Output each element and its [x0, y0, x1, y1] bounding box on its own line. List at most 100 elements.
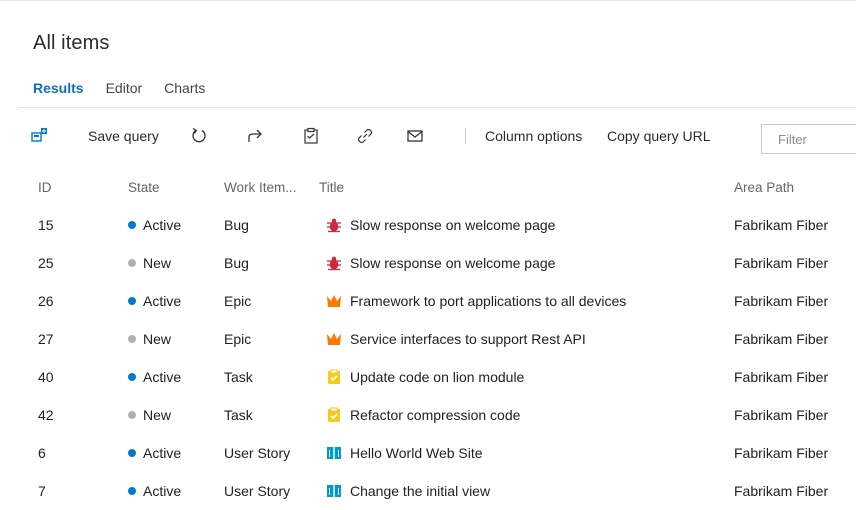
- cell-work-item-type: User Story: [224, 445, 291, 461]
- new-item-button[interactable]: [29, 118, 51, 154]
- state-indicator-dot: [128, 373, 136, 381]
- redo-icon: [244, 125, 266, 147]
- cell-title[interactable]: Slow response on welcome page: [326, 206, 555, 244]
- state-label: New: [143, 407, 172, 423]
- grid-body: 15 Active Bug Slow response on welcome page…: [0, 206, 856, 510]
- state-indicator-dot: [128, 221, 136, 229]
- cell-title[interactable]: Refactor compression code: [326, 396, 520, 434]
- state-label: New: [143, 331, 172, 347]
- state-indicator-dot: [128, 411, 136, 419]
- state-label: Active: [143, 369, 182, 385]
- save-query-button[interactable]: Save query: [88, 118, 159, 154]
- cell-id: 15: [38, 217, 54, 233]
- title-text: Framework to port applications to all de…: [350, 293, 627, 309]
- redo-button[interactable]: [244, 118, 266, 154]
- state-indicator-dot: [128, 487, 136, 495]
- user-story-book-icon: [326, 483, 342, 499]
- table-row[interactable]: 26 Active Epic Framework to port applicatio…: [0, 282, 856, 320]
- cell-area-path: Fabrikam Fiber: [734, 483, 829, 499]
- copy-query-url-button[interactable]: Copy query URL: [607, 118, 711, 154]
- toolbar-separator: [465, 128, 466, 144]
- refresh-button[interactable]: [188, 118, 210, 154]
- state-label: Active: [143, 217, 182, 233]
- column-header-id[interactable]: ID: [38, 168, 52, 206]
- cell-area-path: Fabrikam Fiber: [734, 331, 829, 347]
- link-button[interactable]: [354, 118, 376, 154]
- cell-work-item-type: Bug: [224, 217, 249, 233]
- tab-charts[interactable]: Charts: [164, 80, 205, 96]
- cell-state: Active: [128, 434, 181, 472]
- email-button[interactable]: [404, 118, 426, 154]
- cell-state: New: [128, 244, 171, 282]
- cell-title[interactable]: Slow response on welcome page: [326, 244, 555, 282]
- cell-id: 42: [38, 407, 54, 423]
- bug-icon: [326, 217, 342, 233]
- table-row[interactable]: 40 Active Task Update code on lion module Fa…: [0, 358, 856, 396]
- cell-state: New: [128, 320, 171, 358]
- table-row[interactable]: 6 Active User Story Hello World Web Site Fab…: [0, 434, 856, 472]
- epic-crown-icon: [326, 331, 342, 347]
- state-indicator-dot: [128, 259, 136, 267]
- cell-area-path: Fabrikam Fiber: [734, 255, 829, 271]
- cell-area-path: Fabrikam Fiber: [734, 369, 829, 385]
- cell-area-path: Fabrikam Fiber: [734, 293, 829, 309]
- title-text: Slow response on welcome page: [350, 217, 556, 233]
- cell-work-item-type: Epic: [224, 331, 252, 347]
- column-header-state[interactable]: State: [128, 168, 160, 206]
- state-indicator-dot: [128, 449, 136, 457]
- task-clipboard-icon: [326, 369, 342, 385]
- state-label: New: [143, 255, 172, 271]
- cell-title[interactable]: Change the initial view: [326, 472, 490, 510]
- cell-state: Active: [128, 282, 181, 320]
- clipboard-icon: [300, 125, 322, 147]
- toolbar: Save query Column options Copy query URL: [18, 118, 856, 154]
- cell-state: New: [128, 396, 171, 434]
- clipboard-button[interactable]: [300, 118, 322, 154]
- column-header-work-item-type[interactable]: Work Item...: [224, 168, 297, 206]
- title-text: Update code on lion module: [350, 369, 525, 385]
- link-icon: [354, 125, 376, 147]
- bug-icon: [326, 255, 342, 271]
- table-row[interactable]: 7 Active User Story Change the initial view…: [0, 472, 856, 510]
- cell-title[interactable]: Hello World Web Site: [326, 434, 483, 472]
- toolbar-divider-line: [18, 107, 856, 108]
- table-row[interactable]: 25 New Bug Slow response on welcome page Fab…: [0, 244, 856, 282]
- cell-work-item-type: User Story: [224, 483, 291, 499]
- tab-bar: Results Editor Charts: [33, 80, 205, 96]
- cell-state: Active: [128, 472, 181, 510]
- state-label: Active: [143, 445, 182, 461]
- cell-title[interactable]: Framework to port applications to all de…: [326, 282, 626, 320]
- cell-work-item-type: Bug: [224, 255, 249, 271]
- cell-id: 6: [38, 445, 46, 461]
- cell-area-path: Fabrikam Fiber: [734, 217, 829, 233]
- epic-crown-icon: [326, 293, 342, 309]
- cell-title[interactable]: Update code on lion module: [326, 358, 524, 396]
- user-story-book-icon: [326, 445, 342, 461]
- filter-input[interactable]: [778, 126, 856, 152]
- cell-work-item-type: Task: [224, 369, 253, 385]
- new-item-icon: [29, 125, 51, 147]
- refresh-icon: [188, 125, 210, 147]
- state-indicator-dot: [128, 297, 136, 305]
- cell-state: Active: [128, 206, 181, 244]
- cell-id: 7: [38, 483, 46, 499]
- column-header-area-path[interactable]: Area Path: [734, 168, 794, 206]
- task-clipboard-icon: [326, 407, 342, 423]
- column-header-title[interactable]: Title: [319, 168, 344, 206]
- title-text: Hello World Web Site: [350, 445, 483, 461]
- cell-id: 40: [38, 369, 54, 385]
- cell-work-item-type: Epic: [224, 293, 252, 309]
- table-row[interactable]: 42 New Task Refactor compression code Fabrik…: [0, 396, 856, 434]
- tab-results[interactable]: Results: [33, 80, 84, 96]
- column-options-button[interactable]: Column options: [485, 118, 582, 154]
- state-indicator-dot: [128, 335, 136, 343]
- table-row[interactable]: 27 New Epic Service interfaces to support R…: [0, 320, 856, 358]
- cell-id: 26: [38, 293, 54, 309]
- cell-title[interactable]: Service interfaces to support Rest API: [326, 320, 586, 358]
- title-text: Refactor compression code: [350, 407, 521, 423]
- state-label: Active: [143, 483, 182, 499]
- table-row[interactable]: 15 Active Bug Slow response on welcome page…: [0, 206, 856, 244]
- title-text: Slow response on welcome page: [350, 255, 556, 271]
- filter-box: [761, 124, 856, 154]
- tab-editor[interactable]: Editor: [106, 80, 143, 96]
